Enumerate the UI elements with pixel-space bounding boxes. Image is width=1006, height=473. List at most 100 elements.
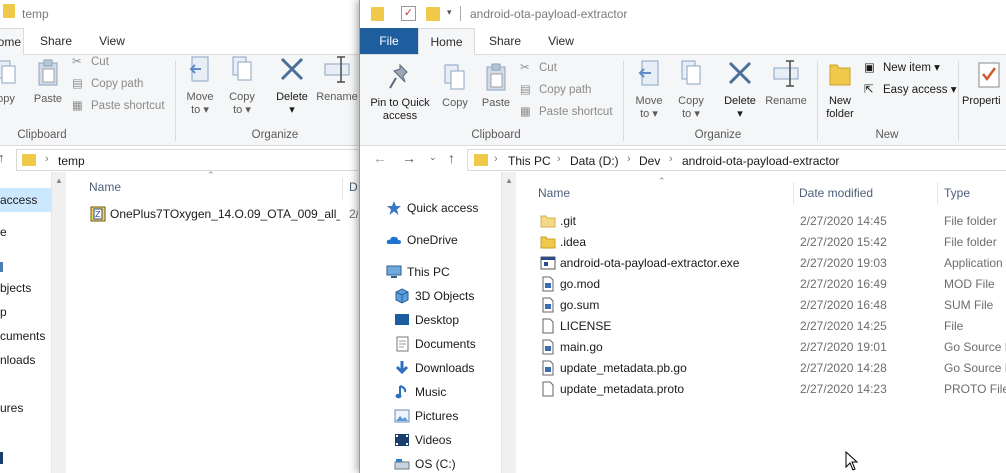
- copy-button[interactable]: opy: [0, 59, 20, 106]
- file-row[interactable]: main.go 2/27/2020 19:01 Go Source F: [534, 337, 1006, 358]
- recent-chevron-icon[interactable]: ⌄: [429, 152, 437, 163]
- forward-arrow-icon[interactable]: →: [402, 150, 416, 166]
- copy-to-icon: [232, 56, 252, 81]
- nav-item-quick-access[interactable]: Quick access: [386, 196, 478, 220]
- file-date: 2/27/2020 16:49: [800, 277, 887, 291]
- new-folder-icon[interactable]: [426, 7, 440, 21]
- nav-item-quick-access[interactable]: access: [0, 188, 52, 212]
- file-row[interactable]: update_metadata.pb.go 2/27/2020 14:28 Go…: [534, 358, 1006, 379]
- breadcrumb-temp[interactable]: temp: [58, 154, 85, 168]
- column-header-date[interactable]: Da: [349, 180, 358, 194]
- file-row[interactable]: Z OnePlus7TOxygen_14.O.09_OTA_009_all_1.…: [88, 204, 358, 225]
- rename-button[interactable]: Rename: [314, 55, 358, 104]
- tab-share[interactable]: Share: [38, 28, 74, 54]
- nav-item-pictures[interactable]: Pictures: [394, 404, 458, 428]
- column-header-name[interactable]: Name: [89, 180, 121, 194]
- address-bar[interactable]: › temp: [16, 149, 358, 171]
- file-date: 2/27/2020 14:45: [800, 214, 887, 228]
- file-type: SUM File: [944, 298, 994, 312]
- address-bar[interactable]: › This PC › Data (D:) › Dev › android-ot…: [467, 149, 1006, 171]
- paste-button[interactable]: Paste: [478, 63, 514, 110]
- column-header-date-modified[interactable]: Date modified: [799, 186, 873, 200]
- back-arrow-icon[interactable]: ←: [373, 150, 387, 166]
- breadcrumb-current-folder[interactable]: android-ota-payload-extractor: [682, 154, 839, 168]
- desktop-icon: [395, 314, 409, 325]
- nav-item-downloads[interactable]: Downloads: [394, 356, 474, 380]
- tab-home[interactable]: Home: [418, 28, 475, 55]
- tab-home[interactable]: ome: [0, 28, 24, 55]
- column-divider[interactable]: [793, 182, 794, 204]
- ribbon: opy Paste ✂ Cut ▤ Copy path ▦ Paste shortcu…: [0, 54, 358, 146]
- nav-item-3d-objects[interactable]: bjects: [0, 276, 31, 300]
- tab-share[interactable]: Share: [484, 28, 526, 54]
- pin-to-quick-access-button[interactable]: Pin to Quick access: [366, 63, 434, 123]
- tab-view[interactable]: View: [542, 28, 580, 54]
- file-date: 2/27/2020 14:25: [800, 319, 887, 333]
- up-arrow-icon[interactable]: ↑: [0, 150, 5, 165]
- tab-view[interactable]: View: [94, 28, 130, 54]
- delete-button[interactable]: Delete ▾: [718, 59, 762, 121]
- copy-path-button[interactable]: ▤ Copy path: [520, 81, 591, 99]
- document-icon: [542, 360, 554, 376]
- column-divider[interactable]: [342, 178, 343, 200]
- properties-check-icon[interactable]: ✓: [401, 6, 416, 21]
- column-header-name[interactable]: Name: [538, 186, 570, 200]
- paste-button[interactable]: Paste: [30, 59, 66, 106]
- cut-button[interactable]: ✂ Cut: [72, 53, 109, 71]
- nav-scrollbar[interactable]: ▲: [52, 172, 66, 473]
- file-row[interactable]: android-ota-payload-extractor.exe 2/27/2…: [534, 253, 1006, 274]
- up-arrow-icon[interactable]: ↑: [448, 150, 455, 166]
- nav-item-os-c[interactable]: OS (C:): [394, 452, 456, 473]
- file-row[interactable]: go.sum 2/27/2020 16:48 SUM File: [534, 295, 1006, 316]
- column-divider[interactable]: [937, 182, 938, 204]
- breadcrumb-data-d[interactable]: Data (D:): [570, 154, 619, 168]
- nav-item-3d-objects[interactable]: 3D Objects: [394, 284, 474, 308]
- nav-item-music[interactable]: Music: [394, 380, 446, 404]
- easy-access-button[interactable]: ⇱ Easy access ▾: [864, 81, 957, 99]
- sort-ascending-icon: ⌃: [658, 176, 666, 186]
- breadcrumb-this-pc[interactable]: This PC: [508, 154, 551, 168]
- nav-item-this-pc[interactable]: This PC: [386, 260, 450, 284]
- nav-scrollbar[interactable]: ▲: [502, 172, 516, 473]
- file-row[interactable]: LICENSE 2/27/2020 14:25 File: [534, 316, 1006, 337]
- title-bar[interactable]: ✓ ▾ android-ota-payload-extractor: [360, 0, 1006, 28]
- nav-item-onedrive[interactable]: OneDrive: [386, 228, 458, 252]
- file-row[interactable]: update_metadata.proto 2/27/2020 14:23 PR…: [534, 379, 1006, 400]
- column-header-type[interactable]: Type: [944, 186, 970, 200]
- nav-item-documents[interactable]: cuments: [0, 324, 45, 348]
- separator: [460, 6, 461, 21]
- move-to-button[interactable]: Move to ▾: [630, 59, 668, 121]
- organize-group-label: Organize: [251, 129, 299, 141]
- properties-button[interactable]: Properti: [962, 59, 1006, 108]
- file-row[interactable]: .git 2/27/2020 14:45 File folder: [534, 211, 1006, 232]
- nav-item-pictures[interactable]: ures: [0, 396, 23, 420]
- cut-button[interactable]: ✂ Cut: [520, 59, 557, 77]
- nav-item-onedrive[interactable]: e: [0, 220, 7, 244]
- nav-item-documents[interactable]: Documents: [394, 332, 476, 356]
- new-item-button[interactable]: ▣ New item ▾: [864, 59, 940, 77]
- chevron-right-icon: ›: [627, 153, 631, 165]
- folder-icon: [540, 215, 556, 228]
- copy-to-button[interactable]: Copy to ▾: [672, 59, 710, 121]
- file-row[interactable]: .idea 2/27/2020 15:42 File folder: [534, 232, 1006, 253]
- chevron-down-icon[interactable]: ▾: [447, 7, 452, 18]
- folder-icon: [3, 4, 15, 18]
- delete-button[interactable]: Delete ▾: [270, 55, 314, 117]
- copy-button[interactable]: Copy: [438, 63, 472, 110]
- group-separator: [175, 61, 176, 141]
- nav-item-desktop[interactable]: p: [0, 300, 7, 324]
- paste-shortcut-button[interactable]: ▦ Paste shortcut: [72, 97, 165, 115]
- copy-to-button[interactable]: Copy to ▾: [224, 55, 260, 117]
- copy-path-button[interactable]: ▤ Copy path: [72, 75, 143, 93]
- breadcrumb-dev[interactable]: Dev: [639, 154, 660, 168]
- title-bar[interactable]: temp: [0, 0, 358, 28]
- new-folder-button[interactable]: New folder: [822, 59, 858, 121]
- tab-file[interactable]: File: [360, 28, 418, 54]
- rename-button[interactable]: Rename: [762, 59, 810, 108]
- move-to-button[interactable]: Move to ▾: [182, 55, 218, 117]
- nav-item-downloads[interactable]: nloads: [0, 348, 35, 372]
- nav-item-videos[interactable]: Videos: [394, 428, 451, 452]
- file-row[interactable]: go.mod 2/27/2020 16:49 MOD File: [534, 274, 1006, 295]
- nav-item-desktop[interactable]: Desktop: [394, 308, 459, 332]
- paste-shortcut-button[interactable]: ▦ Paste shortcut: [520, 103, 613, 121]
